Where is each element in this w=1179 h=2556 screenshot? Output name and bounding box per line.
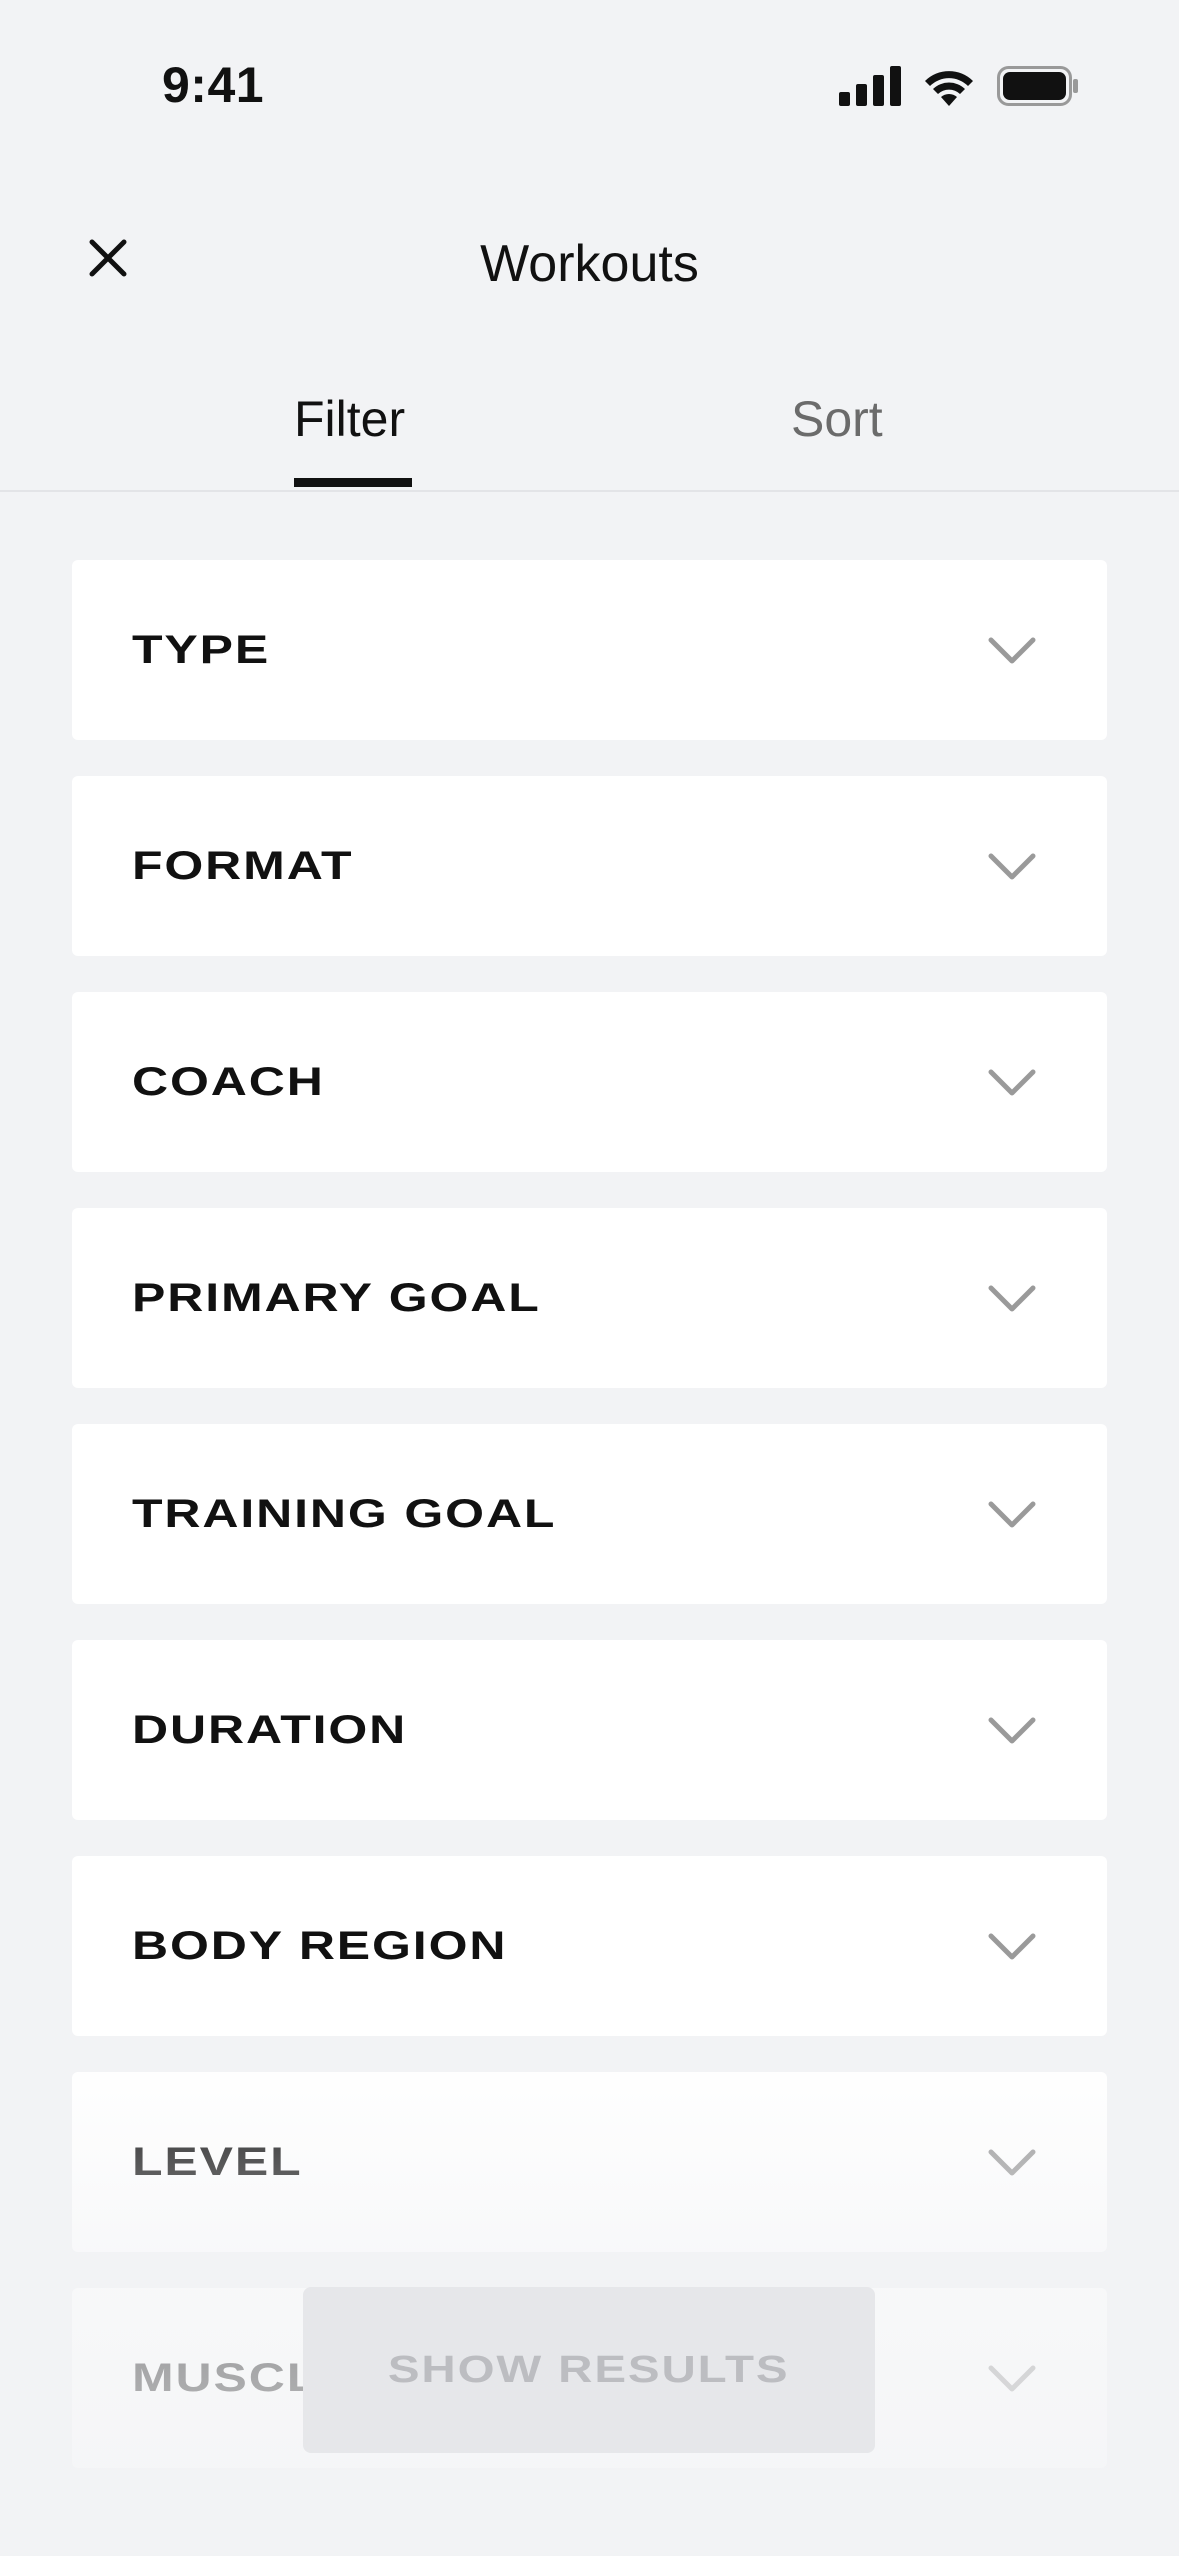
page-title: Workouts — [480, 235, 699, 293]
chevron-down-icon — [988, 2149, 1036, 2176]
chevron-down-icon — [988, 1285, 1036, 1312]
filter-coach[interactable]: COACH — [72, 992, 1107, 1172]
filter-primary-goal[interactable]: PRIMARY GOAL — [72, 1208, 1107, 1388]
tab-filter[interactable]: Filter — [294, 390, 405, 448]
filter-list: TYPE FORMAT COACH PRIMARY GOAL TRAINING … — [72, 560, 1107, 2504]
status-bar: 9:41 — [0, 0, 1179, 150]
chevron-down-icon — [988, 637, 1036, 664]
filter-type[interactable]: TYPE — [72, 560, 1107, 740]
filter-label: BODY REGION — [132, 1923, 508, 1968]
chevron-down-icon — [988, 1717, 1036, 1744]
filter-duration[interactable]: DURATION — [72, 1640, 1107, 1820]
header: Workouts — [0, 190, 1179, 330]
filter-label: MUSCL — [132, 2355, 320, 2400]
tab-sort[interactable]: Sort — [791, 390, 883, 448]
status-time: 9:41 — [162, 57, 265, 113]
active-tab-indicator — [294, 478, 412, 487]
filter-label: LEVEL — [132, 2139, 303, 2184]
tab-bar: Filter Sort — [0, 360, 1179, 492]
filter-label: PRIMARY GOAL — [132, 1275, 541, 1320]
chevron-down-icon — [988, 853, 1036, 880]
chevron-down-icon — [988, 1501, 1036, 1528]
filter-label: TRAINING GOAL — [132, 1491, 557, 1536]
filter-level[interactable]: LEVEL — [72, 2072, 1107, 2252]
battery-icon — [997, 66, 1078, 106]
wifi-icon — [925, 71, 973, 106]
signal-icon — [839, 66, 901, 106]
filter-body-region[interactable]: BODY REGION — [72, 1856, 1107, 2036]
filter-label: FORMAT — [132, 843, 354, 888]
filter-label: DURATION — [132, 1707, 408, 1752]
chevron-down-icon — [988, 1069, 1036, 1096]
status-icons — [839, 66, 1079, 106]
filter-format[interactable]: FORMAT — [72, 776, 1107, 956]
show-results-button[interactable]: SHOW RESULTS — [303, 2287, 875, 2453]
filter-label: COACH — [132, 1059, 325, 1104]
chevron-down-icon — [988, 1933, 1036, 1960]
chevron-down-icon — [988, 2365, 1036, 2392]
filter-training-goal[interactable]: TRAINING GOAL — [72, 1424, 1107, 1604]
show-results-label: SHOW RESULTS — [388, 2348, 790, 2391]
filter-label: TYPE — [132, 627, 271, 672]
